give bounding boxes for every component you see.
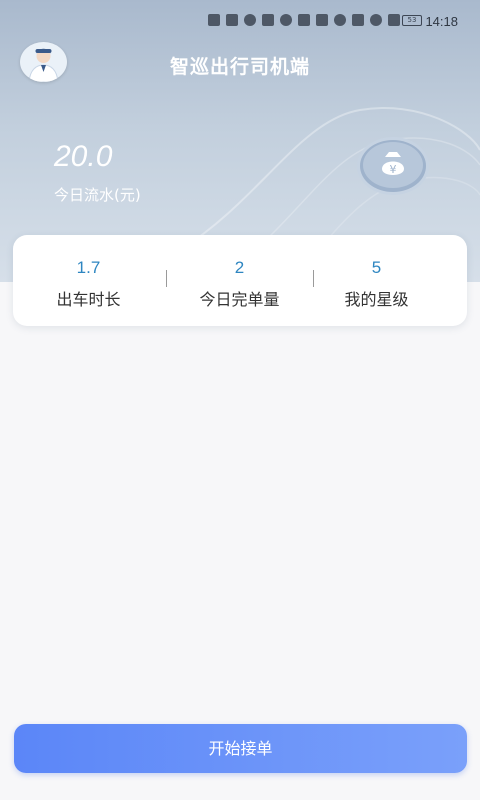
stat-label: 我的星级	[344, 290, 409, 309]
4g-signal-icon	[226, 14, 238, 26]
status-bar: 53 14:18	[0, 0, 480, 44]
gps-icon	[370, 14, 382, 26]
svg-text:¥: ¥	[390, 163, 397, 176]
stat-label: 出车时长	[56, 290, 121, 309]
status-icons	[208, 14, 400, 26]
stats-card: 1.7 出车时长 2 今日完单量 5 我的星级	[13, 235, 467, 326]
stat-completed-orders: 2 今日完单量	[166, 235, 313, 326]
hd-icon	[208, 14, 220, 26]
location-icon	[280, 14, 292, 26]
stat-value: 1.7	[76, 258, 101, 277]
stat-value: 2	[234, 258, 245, 277]
stat-label: 今日完单量	[199, 290, 280, 309]
bluetooth-icon	[352, 14, 364, 26]
app-notification-icon	[262, 14, 274, 26]
earnings-label: 今日流水(元)	[54, 186, 141, 204]
nfc-icon	[316, 14, 328, 26]
app-title: 智巡出行司机端	[169, 56, 310, 78]
start-accepting-orders-button[interactable]: 开始接单	[14, 724, 467, 773]
wifi-icon	[244, 14, 256, 26]
battery-icon: 53	[402, 15, 422, 26]
alarm-icon	[334, 14, 346, 26]
status-time: 14:18	[425, 14, 458, 29]
play-icon	[298, 14, 310, 26]
stat-driving-hours: 1.7 出车时长	[13, 235, 164, 326]
stat-value: 5	[371, 258, 382, 277]
mute-icon	[388, 14, 400, 26]
money-bag-icon: ¥	[357, 137, 429, 195]
earnings-value: 20.0	[54, 140, 113, 173]
stat-star-rating: 5 我的星级	[313, 235, 440, 326]
